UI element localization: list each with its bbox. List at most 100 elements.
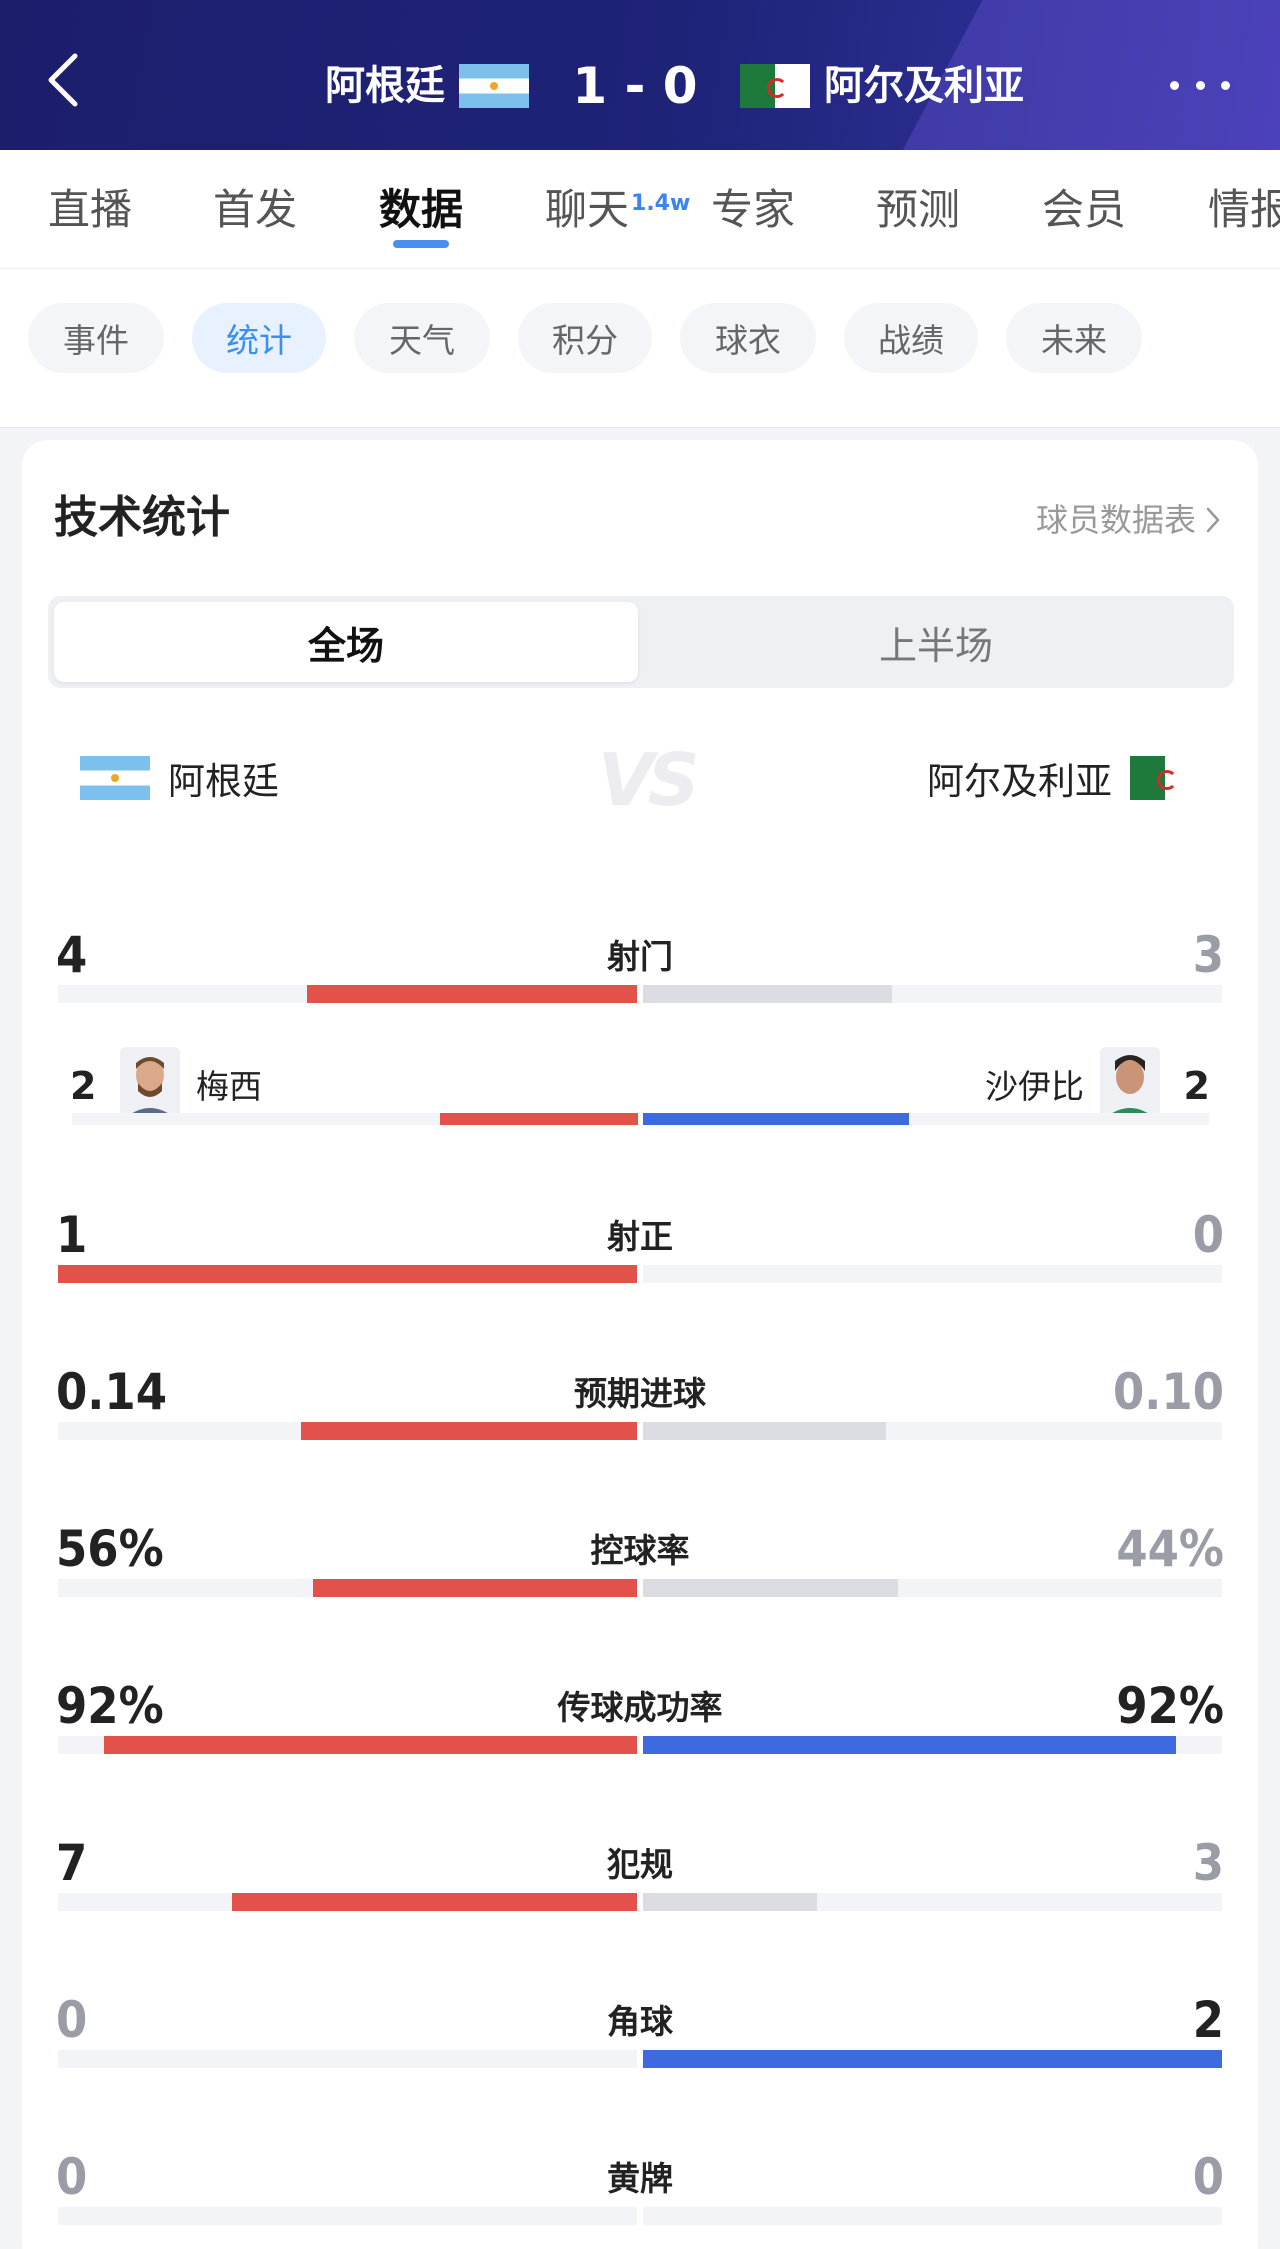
subtab-upcoming[interactable]: 未来 — [1006, 303, 1142, 373]
tab-chat[interactable]: 聊天 1.4w — [545, 180, 690, 240]
tab-chat-label: 聊天 — [545, 185, 630, 234]
stat-home-track — [58, 1422, 637, 1440]
away-shooter-name: 沙伊比 — [985, 1067, 1084, 1106]
stat-away-track — [643, 2050, 1222, 2068]
home-shooter-name: 梅西 — [196, 1067, 262, 1106]
stat-row: 1 射正 0 — [56, 1205, 1224, 1325]
stat-label: 黄牌 — [607, 2159, 673, 2198]
stat-label: 射正 — [607, 1217, 673, 1256]
subtab-kits[interactable]: 球衣 — [680, 303, 816, 373]
argentina-flag-icon — [80, 756, 150, 800]
stat-home-bar — [231, 1893, 637, 1911]
stat-row: 0.14 预期进球 0.10 — [56, 1362, 1224, 1482]
subtab-stats[interactable]: 统计 — [192, 303, 326, 373]
stat-home-track — [58, 1893, 637, 1911]
subtab-weather[interactable]: 天气 — [354, 303, 490, 373]
stat-label: 犯规 — [607, 1845, 673, 1884]
stat-home-bar — [58, 1265, 637, 1283]
tab-predict[interactable]: 预测 — [876, 180, 960, 240]
main-tab-bar: 直播 首发 数据 聊天 1.4w 专家 预测 会员 情报 — [0, 150, 1280, 268]
stat-home-bar — [306, 985, 637, 1003]
algeria-flag-icon — [1130, 756, 1200, 800]
stat-away-track — [643, 1422, 1222, 1440]
stat-away-value: 0.10 — [1113, 1363, 1224, 1421]
stat-label: 控球率 — [590, 1531, 690, 1570]
tab-lineup[interactable]: 首发 — [213, 180, 297, 240]
sub-tab-bar: 事件 统计 天气 积分 球衣 战绩 未来 — [0, 268, 1280, 408]
chat-count-badge: 1.4w — [631, 191, 691, 216]
stat-home-track — [58, 2207, 637, 2225]
home-shooter-bar — [439, 1113, 638, 1125]
stat-away-bar — [643, 1422, 887, 1440]
stat-away-value: 3 — [1192, 1834, 1224, 1892]
active-tab-indicator — [393, 240, 449, 248]
player-stats-link-label: 球员数据表 — [1036, 501, 1197, 539]
stat-away-track — [643, 1265, 1222, 1283]
stat-row: 56% 控球率 44% — [56, 1519, 1224, 1639]
stat-away-value: 0 — [1192, 1206, 1224, 1264]
away-team-row: 阿尔及利亚 — [927, 752, 1200, 804]
period-segmented-control: 全场 上半场 — [48, 596, 1234, 688]
stat-away-bar — [643, 1736, 1176, 1754]
stat-home-track — [58, 1579, 637, 1597]
subtab-standings[interactable]: 积分 — [518, 303, 652, 373]
stat-home-track — [58, 2050, 637, 2068]
away-shooter-track — [643, 1113, 1209, 1125]
stat-home-bar — [312, 1579, 637, 1597]
stat-home-bar — [104, 1736, 637, 1754]
stat-home-track — [58, 1736, 637, 1754]
chaibi-avatar[interactable] — [1100, 1047, 1160, 1119]
tab-experts[interactable]: 专家 — [711, 180, 795, 240]
stat-label: 射门 — [607, 937, 673, 976]
argentina-flag-icon — [459, 64, 529, 108]
player-avatar-icon — [1100, 1047, 1160, 1119]
tab-intel[interactable]: 情报 — [1208, 180, 1280, 240]
vs-icon: VS — [598, 738, 700, 822]
back-button[interactable] — [38, 50, 88, 110]
player-stats-link[interactable]: 球员数据表 — [1036, 498, 1220, 542]
subtab-record[interactable]: 战绩 — [844, 303, 978, 373]
away-team-name: 阿尔及利亚 — [824, 63, 1024, 109]
card-title: 技术统计 — [54, 492, 230, 543]
home-team-row: 阿根廷 — [80, 752, 279, 804]
stat-away-track — [643, 1579, 1222, 1597]
stat-away-value: 2 — [1192, 1991, 1224, 2049]
stat-home-track — [58, 985, 637, 1003]
more-options-button[interactable] — [1170, 70, 1230, 100]
stat-away-value: 3 — [1192, 926, 1224, 984]
tab-member[interactable]: 会员 — [1042, 180, 1126, 240]
match-header: 阿根廷 1 - 0 阿尔及利亚 — [0, 0, 1280, 150]
section-divider — [0, 408, 1280, 428]
stat-row: 7 犯规 3 — [56, 1833, 1224, 1953]
tab-live[interactable]: 直播 — [48, 180, 132, 240]
stat-row: 0 黄牌 0 — [56, 2147, 1224, 2249]
stat-label: 预期进球 — [574, 1374, 706, 1413]
more-dot — [1195, 80, 1205, 90]
stat-away-bar — [643, 2050, 1222, 2068]
stat-away-bar — [643, 1579, 898, 1597]
home-team-label: 阿根廷 — [168, 760, 279, 803]
away-team-header[interactable]: 阿尔及利亚 — [740, 58, 1024, 114]
away-shooter-count: 2 — [1183, 1064, 1210, 1108]
stat-home-track — [58, 1265, 637, 1283]
stat-row: 92% 传球成功率 92% — [56, 1676, 1224, 1796]
home-team-header[interactable]: 阿根廷 — [325, 58, 529, 114]
subtab-events[interactable]: 事件 — [28, 303, 164, 373]
tab-data[interactable]: 数据 — [379, 180, 463, 240]
home-team-name: 阿根廷 — [325, 63, 445, 109]
segment-full-match[interactable]: 全场 — [54, 602, 638, 682]
messi-avatar[interactable] — [120, 1047, 180, 1119]
stat-away-bar — [643, 1893, 817, 1911]
stat-row: 0 角球 2 — [56, 1990, 1224, 2110]
stat-home-bar — [301, 1422, 637, 1440]
stat-row: 4 射门 3 — [56, 925, 1224, 1045]
stat-away-value: 44% — [1116, 1520, 1224, 1578]
segment-first-half[interactable]: 上半场 — [644, 602, 1228, 682]
player-avatar-icon — [120, 1047, 180, 1119]
chevron-left-icon — [48, 53, 78, 107]
away-shooter-bar — [643, 1113, 910, 1125]
stat-away-track — [643, 2207, 1222, 2225]
stat-away-track — [643, 1736, 1222, 1754]
chevron-right-icon — [1206, 507, 1220, 533]
stat-label: 角球 — [607, 2002, 673, 2041]
